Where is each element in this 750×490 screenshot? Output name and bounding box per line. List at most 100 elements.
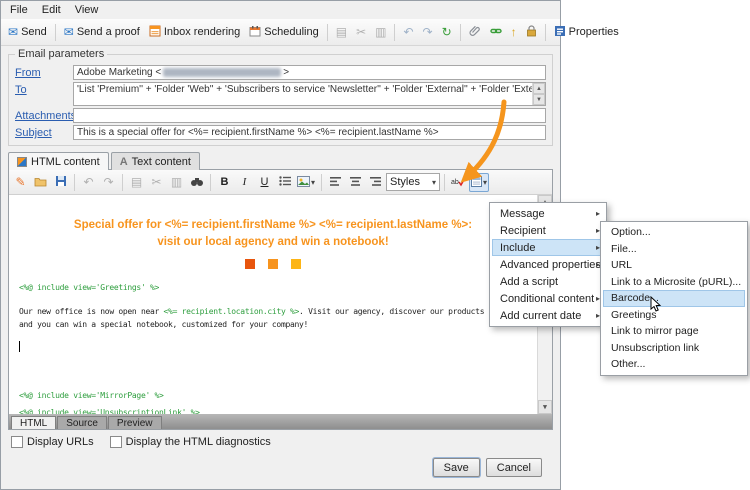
- editor-cut-button[interactable]: ✂: [147, 173, 166, 192]
- menu-item-include[interactable]: Include▸: [492, 239, 604, 256]
- align-right-button[interactable]: [366, 173, 385, 192]
- view-tab-preview[interactable]: Preview: [108, 416, 162, 429]
- display-urls-label: Display URLs: [27, 436, 94, 448]
- copy-button[interactable]: ▤: [332, 24, 351, 40]
- menu-view[interactable]: View: [68, 2, 106, 18]
- lock-button[interactable]: [522, 23, 541, 41]
- from-label[interactable]: From: [15, 65, 73, 79]
- menu-item-label: Add a script: [500, 276, 558, 288]
- insert-image-button[interactable]: ▾: [295, 173, 317, 192]
- menu-item-advanced-properties[interactable]: Advanced properties▸: [492, 256, 604, 273]
- bullet-list-button[interactable]: [275, 173, 294, 192]
- to-scrollbar[interactable]: ▲ ▼: [532, 83, 545, 105]
- submenu-item-option[interactable]: Option...: [603, 224, 745, 241]
- save-content-button[interactable]: [51, 173, 70, 192]
- tab-html-content-label: HTML content: [31, 156, 100, 168]
- spellcheck-button[interactable]: ab: [449, 173, 468, 192]
- menu-item-label: Add current date: [500, 310, 581, 322]
- spellcheck-icon: ab: [451, 176, 466, 189]
- editor-copy-button[interactable]: ▤: [127, 173, 146, 192]
- open-button[interactable]: [31, 173, 50, 192]
- view-tab-source[interactable]: Source: [57, 416, 107, 429]
- display-urls-checkbox[interactable]: [11, 436, 23, 448]
- menu-file[interactable]: File: [3, 2, 35, 18]
- styles-select[interactable]: Styles ▾: [386, 173, 440, 191]
- submenu-item-url[interactable]: URL: [603, 257, 745, 274]
- from-field[interactable]: Adobe Marketing <>: [73, 65, 546, 80]
- editor-paste-button[interactable]: ▥: [167, 173, 186, 192]
- up-arrow-icon: ↑: [511, 26, 517, 38]
- email-body-editor[interactable]: Special offer for <%= recipient.firstNam…: [9, 195, 552, 414]
- send-a-proof-label: Send a proof: [77, 26, 140, 38]
- send-a-proof-button[interactable]: ✉ Send a proof: [60, 24, 144, 40]
- cancel-button[interactable]: Cancel: [486, 458, 542, 477]
- toolbar-separator: [545, 24, 546, 41]
- export-button[interactable]: ↑: [507, 24, 521, 40]
- subject-field[interactable]: This is a special offer for <%= recipien…: [73, 125, 546, 140]
- submenu-item-file[interactable]: File...: [603, 241, 745, 258]
- page-edit-icon: ✎: [15, 176, 25, 188]
- align-center-button[interactable]: [346, 173, 365, 192]
- include-unsubscription-directive: <%@ include view='UnsubscriptionLink' %>: [19, 408, 200, 414]
- scroll-down-icon[interactable]: ▼: [538, 400, 552, 414]
- submenu-item-unsubscription-link[interactable]: Unsubscription link: [603, 340, 745, 357]
- text-content-icon: A: [120, 156, 128, 168]
- inbox-rendering-button[interactable]: Inbox rendering: [145, 23, 244, 41]
- email-body-line1: Our new office is now open near <%= reci…: [19, 307, 536, 316]
- menu-item-label: Advanced properties: [500, 259, 601, 271]
- display-html-diagnostics-checkbox[interactable]: [110, 436, 122, 448]
- attachments-field[interactable]: [73, 108, 546, 123]
- submenu-item-greetings[interactable]: Greetings: [603, 307, 745, 324]
- editor-undo-button[interactable]: ↶: [79, 173, 98, 192]
- link-button[interactable]: [486, 23, 506, 41]
- send-icon: ✉: [8, 26, 18, 38]
- copy-icon: ▤: [336, 26, 347, 38]
- editor-redo-button[interactable]: ↷: [99, 173, 118, 192]
- align-left-button[interactable]: [326, 173, 345, 192]
- menu-edit[interactable]: Edit: [35, 2, 68, 18]
- menu-item-conditional-content[interactable]: Conditional content▸: [492, 290, 604, 307]
- subject-label[interactable]: Subject: [15, 125, 73, 139]
- scroll-down-icon[interactable]: ▼: [533, 94, 545, 105]
- scroll-up-icon[interactable]: ▲: [533, 83, 545, 94]
- undo-button[interactable]: ↶: [399, 24, 417, 40]
- paste-button[interactable]: ▥: [371, 24, 390, 40]
- html-content-editor: ✎ ↶ ↷ ▤ ✂ ▥ B I U ▾ Styles: [8, 169, 553, 430]
- to-label[interactable]: To: [15, 82, 73, 96]
- send-button[interactable]: ✉ Send: [4, 24, 51, 40]
- view-tab-html[interactable]: HTML: [11, 416, 56, 429]
- edit-source-button[interactable]: ✎: [11, 173, 30, 192]
- menu-item-label: Conditional content: [500, 293, 594, 305]
- menu-item-message[interactable]: Message▸: [492, 205, 604, 222]
- save-button[interactable]: Save: [433, 458, 480, 477]
- properties-button[interactable]: Properties: [550, 23, 623, 41]
- attachments-button[interactable]: [465, 23, 485, 41]
- scheduling-button[interactable]: Scheduling: [245, 23, 322, 41]
- include-submenu: Option... File... URL Link to a Microsit…: [600, 221, 748, 376]
- cut-icon: ✂: [151, 176, 161, 188]
- submenu-item-link-to-mirror-page[interactable]: Link to mirror page: [603, 323, 745, 340]
- redo-icon: ↷: [103, 176, 113, 188]
- underline-button[interactable]: U: [255, 173, 274, 192]
- submenu-item-link-to-microsite[interactable]: Link to a Microsite (pURL)...: [603, 274, 745, 291]
- menubar: File Edit View: [1, 1, 560, 19]
- to-field[interactable]: 'List 'Premium'' + 'Folder 'Web'' + 'Sub…: [73, 82, 546, 106]
- tab-text-content[interactable]: A Text content: [111, 152, 200, 170]
- personalization-field-button[interactable]: ▾: [469, 173, 489, 192]
- display-html-diagnostics-option[interactable]: Display the HTML diagnostics: [110, 436, 271, 448]
- submenu-item-barcode[interactable]: Barcode...: [603, 290, 745, 307]
- email-heading-line2: visit our local agency and win a noteboo…: [9, 236, 537, 248]
- bold-button[interactable]: B: [215, 173, 234, 192]
- redo-button[interactable]: ↷: [419, 24, 437, 40]
- refresh-button[interactable]: ↻: [438, 24, 456, 40]
- find-button[interactable]: [187, 173, 206, 192]
- cut-button[interactable]: ✂: [352, 24, 370, 40]
- menu-item-add-a-script[interactable]: Add a script: [492, 273, 604, 290]
- menu-item-add-current-date[interactable]: Add current date▸: [492, 307, 604, 324]
- attachments-label[interactable]: Attachments: [15, 108, 73, 122]
- display-urls-option[interactable]: Display URLs: [11, 436, 94, 448]
- menu-item-recipient[interactable]: Recipient▸: [492, 222, 604, 239]
- submenu-item-other[interactable]: Other...: [603, 356, 745, 373]
- italic-button[interactable]: I: [235, 173, 254, 192]
- tab-html-content[interactable]: HTML content: [8, 152, 109, 170]
